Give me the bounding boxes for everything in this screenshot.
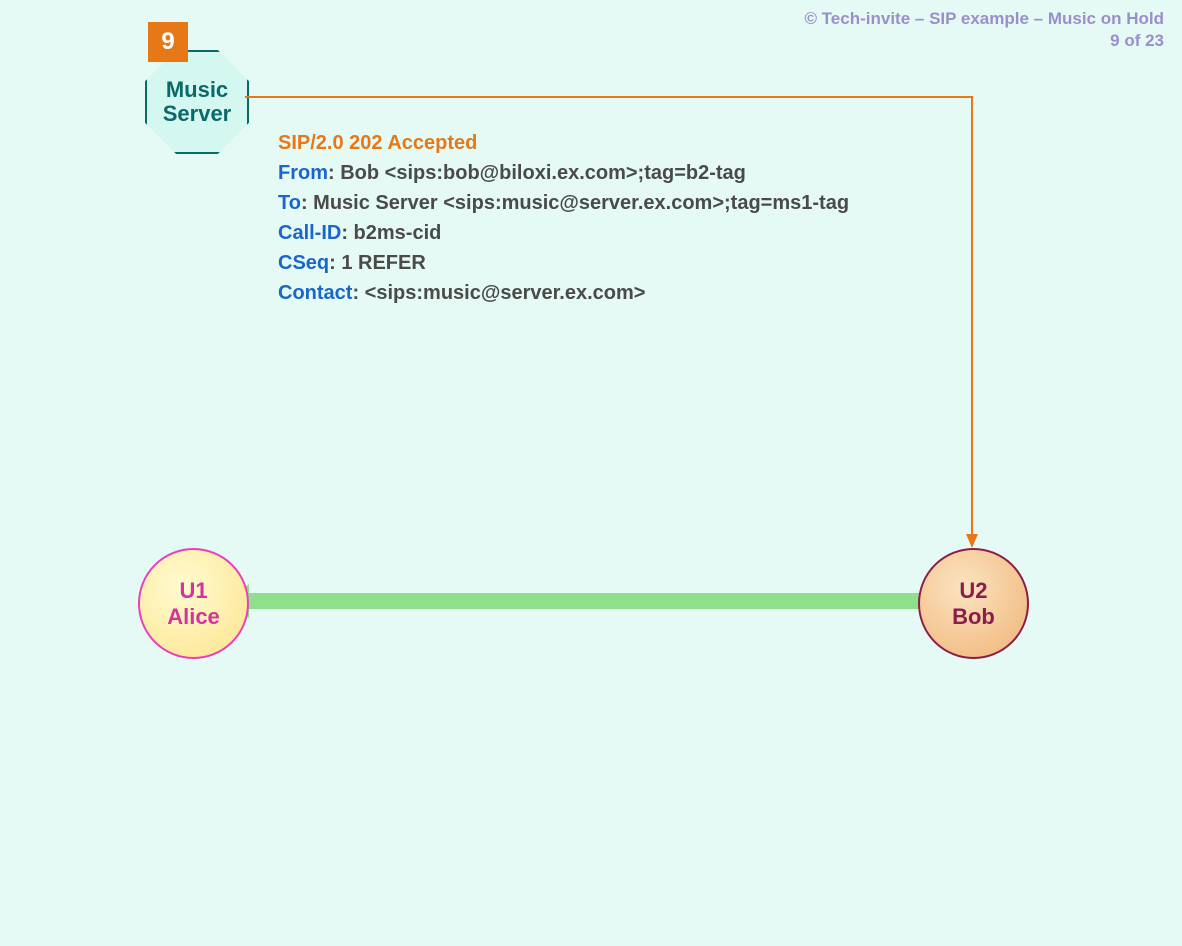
alice-node: U1 Alice xyxy=(138,548,249,659)
sip-cseq-label: CSeq xyxy=(278,252,329,274)
copyright-text: © Tech-invite – SIP example – Music on H… xyxy=(804,8,1164,30)
page-counter: 9 of 23 xyxy=(804,30,1164,52)
bob-line1: U2 xyxy=(952,578,995,603)
step-number-badge: 9 xyxy=(148,22,188,62)
step-number: 9 xyxy=(161,28,174,56)
sip-to-value: : Music Server <sips:music@server.ex.com… xyxy=(301,192,849,214)
sip-to-line: To: Music Server <sips:music@server.ex.c… xyxy=(278,188,849,218)
bob-line2: Bob xyxy=(952,604,995,629)
sip-cseq-line: CSeq: 1 REFER xyxy=(278,248,849,278)
sip-contact-line: Contact: <sips:music@server.ex.com> xyxy=(278,278,849,308)
sip-message-block: SIP/2.0 202 Accepted From: Bob <sips:bob… xyxy=(278,128,849,308)
sip-cseq-value: : 1 REFER xyxy=(329,252,426,274)
alice-line1: U1 xyxy=(167,578,220,603)
music-server-line2: Server xyxy=(163,102,232,126)
sip-callid-label: Call-ID xyxy=(278,222,341,244)
alice-label: U1 Alice xyxy=(167,578,220,629)
sip-to-label: To xyxy=(278,192,301,214)
sip-status-line: SIP/2.0 202 Accepted xyxy=(278,128,849,158)
sip-from-label: From xyxy=(278,162,328,184)
music-server-line1: Music xyxy=(163,78,232,102)
bob-node: U2 Bob xyxy=(918,548,1029,659)
media-arrow-green xyxy=(247,593,919,609)
sip-from-value: : Bob <sips:bob@biloxi.ex.com>;tag=b2-ta… xyxy=(328,162,746,184)
header-attribution: © Tech-invite – SIP example – Music on H… xyxy=(804,8,1164,52)
sip-contact-label: Contact xyxy=(278,282,352,304)
octagon-shape: Music Server xyxy=(145,50,249,154)
music-server-node: Music Server xyxy=(145,50,245,150)
sip-from-line: From: Bob <sips:bob@biloxi.ex.com>;tag=b… xyxy=(278,158,849,188)
sip-callid-value: : b2ms-cid xyxy=(341,222,441,244)
alice-line2: Alice xyxy=(167,604,220,629)
sip-callid-line: Call-ID: b2ms-cid xyxy=(278,218,849,248)
music-server-label: Music Server xyxy=(163,78,232,126)
sip-contact-value: : <sips:music@server.ex.com> xyxy=(352,282,645,304)
bob-label: U2 Bob xyxy=(952,578,995,629)
